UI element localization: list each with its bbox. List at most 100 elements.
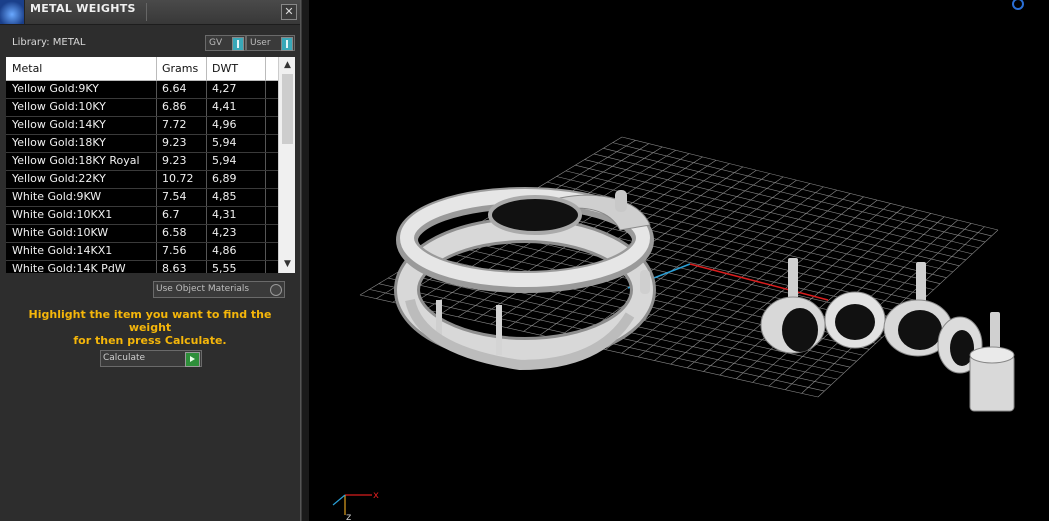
title-divider: [146, 3, 147, 21]
row-divider: [156, 207, 157, 224]
table-row[interactable]: White Gold:14K PdW 8.63 5,55: [6, 261, 278, 273]
row-divider: [265, 261, 266, 273]
row-divider: [265, 207, 266, 224]
ring-model[interactable]: [394, 187, 656, 371]
row-divider: [265, 99, 266, 116]
cell-metal: White Gold:10KX1: [12, 208, 113, 221]
library-label-text: Library:: [12, 37, 50, 48]
table-row[interactable]: Yellow Gold:10KY 6.86 4,41: [6, 99, 278, 117]
cell-grams: 6.7: [162, 208, 180, 221]
cell-dwt: 5,94: [212, 136, 237, 149]
metal-table: Metal Grams DWT Yellow Gold:9KY 6.64 4,27 Y…: [6, 57, 295, 273]
view-orientation-icon[interactable]: [1012, 0, 1024, 10]
cell-metal: White Gold:14KX1: [12, 244, 113, 257]
axis-gizmo: x z: [332, 490, 379, 521]
column-divider: [156, 57, 157, 80]
toggle-knob-icon: [232, 37, 244, 51]
table-row[interactable]: Yellow Gold:14KY 7.72 4,96: [6, 117, 278, 135]
row-divider: [265, 171, 266, 188]
table-row[interactable]: White Gold:10KX1 6.7 4,31: [6, 207, 278, 225]
cell-grams: 8.63: [162, 262, 187, 273]
cell-metal: White Gold:14K PdW: [12, 262, 126, 273]
table-body: Yellow Gold:9KY 6.64 4,27 Yellow Gold:10KY 6…: [6, 81, 278, 273]
metal-weights-panel: METAL WEIGHTS ✕ Library: METAL GV User Me…: [0, 0, 301, 521]
row-divider: [206, 189, 207, 206]
row-divider: [206, 117, 207, 134]
column-header-dwt[interactable]: DWT: [212, 62, 238, 75]
library-label: Library: METAL: [12, 37, 86, 48]
table-row[interactable]: White Gold:14KX1 7.56 4,86: [6, 243, 278, 261]
row-divider: [206, 171, 207, 188]
row-divider: [156, 243, 157, 260]
user-toggle-label: User: [250, 38, 271, 48]
cell-grams: 6.58: [162, 226, 187, 239]
panel-splitter[interactable]: [301, 0, 309, 521]
user-toggle[interactable]: User: [246, 35, 295, 51]
calculate-label: Calculate: [103, 353, 146, 363]
axis-z-label: z: [346, 512, 351, 521]
gv-toggle-label: GV: [209, 38, 223, 48]
app-logo-icon: [0, 0, 25, 24]
ring-component-1[interactable]: [760, 258, 826, 354]
instruction-line-1: Highlight the item you want to find the …: [28, 308, 272, 334]
row-divider: [265, 117, 266, 134]
scroll-up-icon[interactable]: ▲: [282, 60, 293, 71]
use-object-materials-checkbox[interactable]: Use Object Materials: [153, 281, 285, 298]
instruction-line-2: for then press Calculate.: [73, 334, 227, 347]
row-divider: [265, 153, 266, 170]
table-row[interactable]: White Gold:9KW 7.54 4,85: [6, 189, 278, 207]
table-row[interactable]: White Gold:10KW 6.58 4,23: [6, 225, 278, 243]
row-divider: [206, 81, 207, 98]
table-scrollbar[interactable]: ▲ ▼: [278, 57, 295, 273]
cell-grams: 9.23: [162, 136, 187, 149]
cell-metal: Yellow Gold:22KY: [12, 172, 106, 185]
column-divider: [265, 57, 266, 80]
column-header-grams[interactable]: Grams: [162, 62, 198, 75]
grid-line: [719, 209, 918, 376]
row-divider: [206, 207, 207, 224]
column-header-metal[interactable]: Metal: [12, 62, 42, 75]
scroll-thumb[interactable]: [282, 74, 293, 144]
row-divider: [156, 135, 157, 152]
cell-dwt: 5,94: [212, 154, 237, 167]
row-divider: [156, 153, 157, 170]
panel-titlebar[interactable]: METAL WEIGHTS ✕: [0, 0, 300, 25]
column-divider: [206, 57, 207, 80]
table-row[interactable]: Yellow Gold:18KY 9.23 5,94: [6, 135, 278, 153]
row-divider: [206, 225, 207, 242]
cell-grams: 7.56: [162, 244, 187, 257]
cell-metal: Yellow Gold:10KY: [12, 100, 106, 113]
cell-metal: Yellow Gold:14KY: [12, 118, 106, 131]
row-divider: [206, 243, 207, 260]
table-row[interactable]: Yellow Gold:22KY 10.72 6,89: [6, 171, 278, 189]
table-row[interactable]: Yellow Gold:9KY 6.64 4,27: [6, 81, 278, 99]
instruction-text: Highlight the item you want to find the …: [10, 308, 290, 347]
3d-viewport[interactable]: x z: [309, 0, 1049, 521]
ring-component-2[interactable]: [824, 291, 886, 349]
close-button[interactable]: ✕: [281, 4, 297, 20]
calculate-button[interactable]: Calculate: [100, 350, 202, 367]
checkbox-icon: [270, 284, 282, 296]
cell-dwt: 5,55: [212, 262, 237, 273]
use-object-materials-label: Use Object Materials: [156, 284, 250, 294]
grid-line: [736, 213, 932, 380]
x-axis-line: [689, 263, 829, 301]
scroll-down-icon[interactable]: ▼: [282, 259, 293, 270]
cell-dwt: 4,86: [212, 244, 237, 257]
row-divider: [156, 189, 157, 206]
cell-grams: 6.86: [162, 100, 187, 113]
cell-dwt: 4,27: [212, 82, 237, 95]
gv-toggle[interactable]: GV: [205, 35, 246, 51]
row-divider: [156, 117, 157, 134]
row-divider: [156, 171, 157, 188]
row-divider: [265, 81, 266, 98]
cell-grams: 10.72: [162, 172, 194, 185]
cell-grams: 7.54: [162, 190, 187, 203]
cell-metal: White Gold:9KW: [12, 190, 102, 203]
table-row[interactable]: Yellow Gold:18KY Royal 9.23 5,94: [6, 153, 278, 171]
row-divider: [156, 81, 157, 98]
cell-dwt: 4,96: [212, 118, 237, 131]
row-divider: [206, 99, 207, 116]
cell-metal: Yellow Gold:9KY: [12, 82, 99, 95]
cell-metal: Yellow Gold:18KY Royal: [12, 154, 140, 167]
